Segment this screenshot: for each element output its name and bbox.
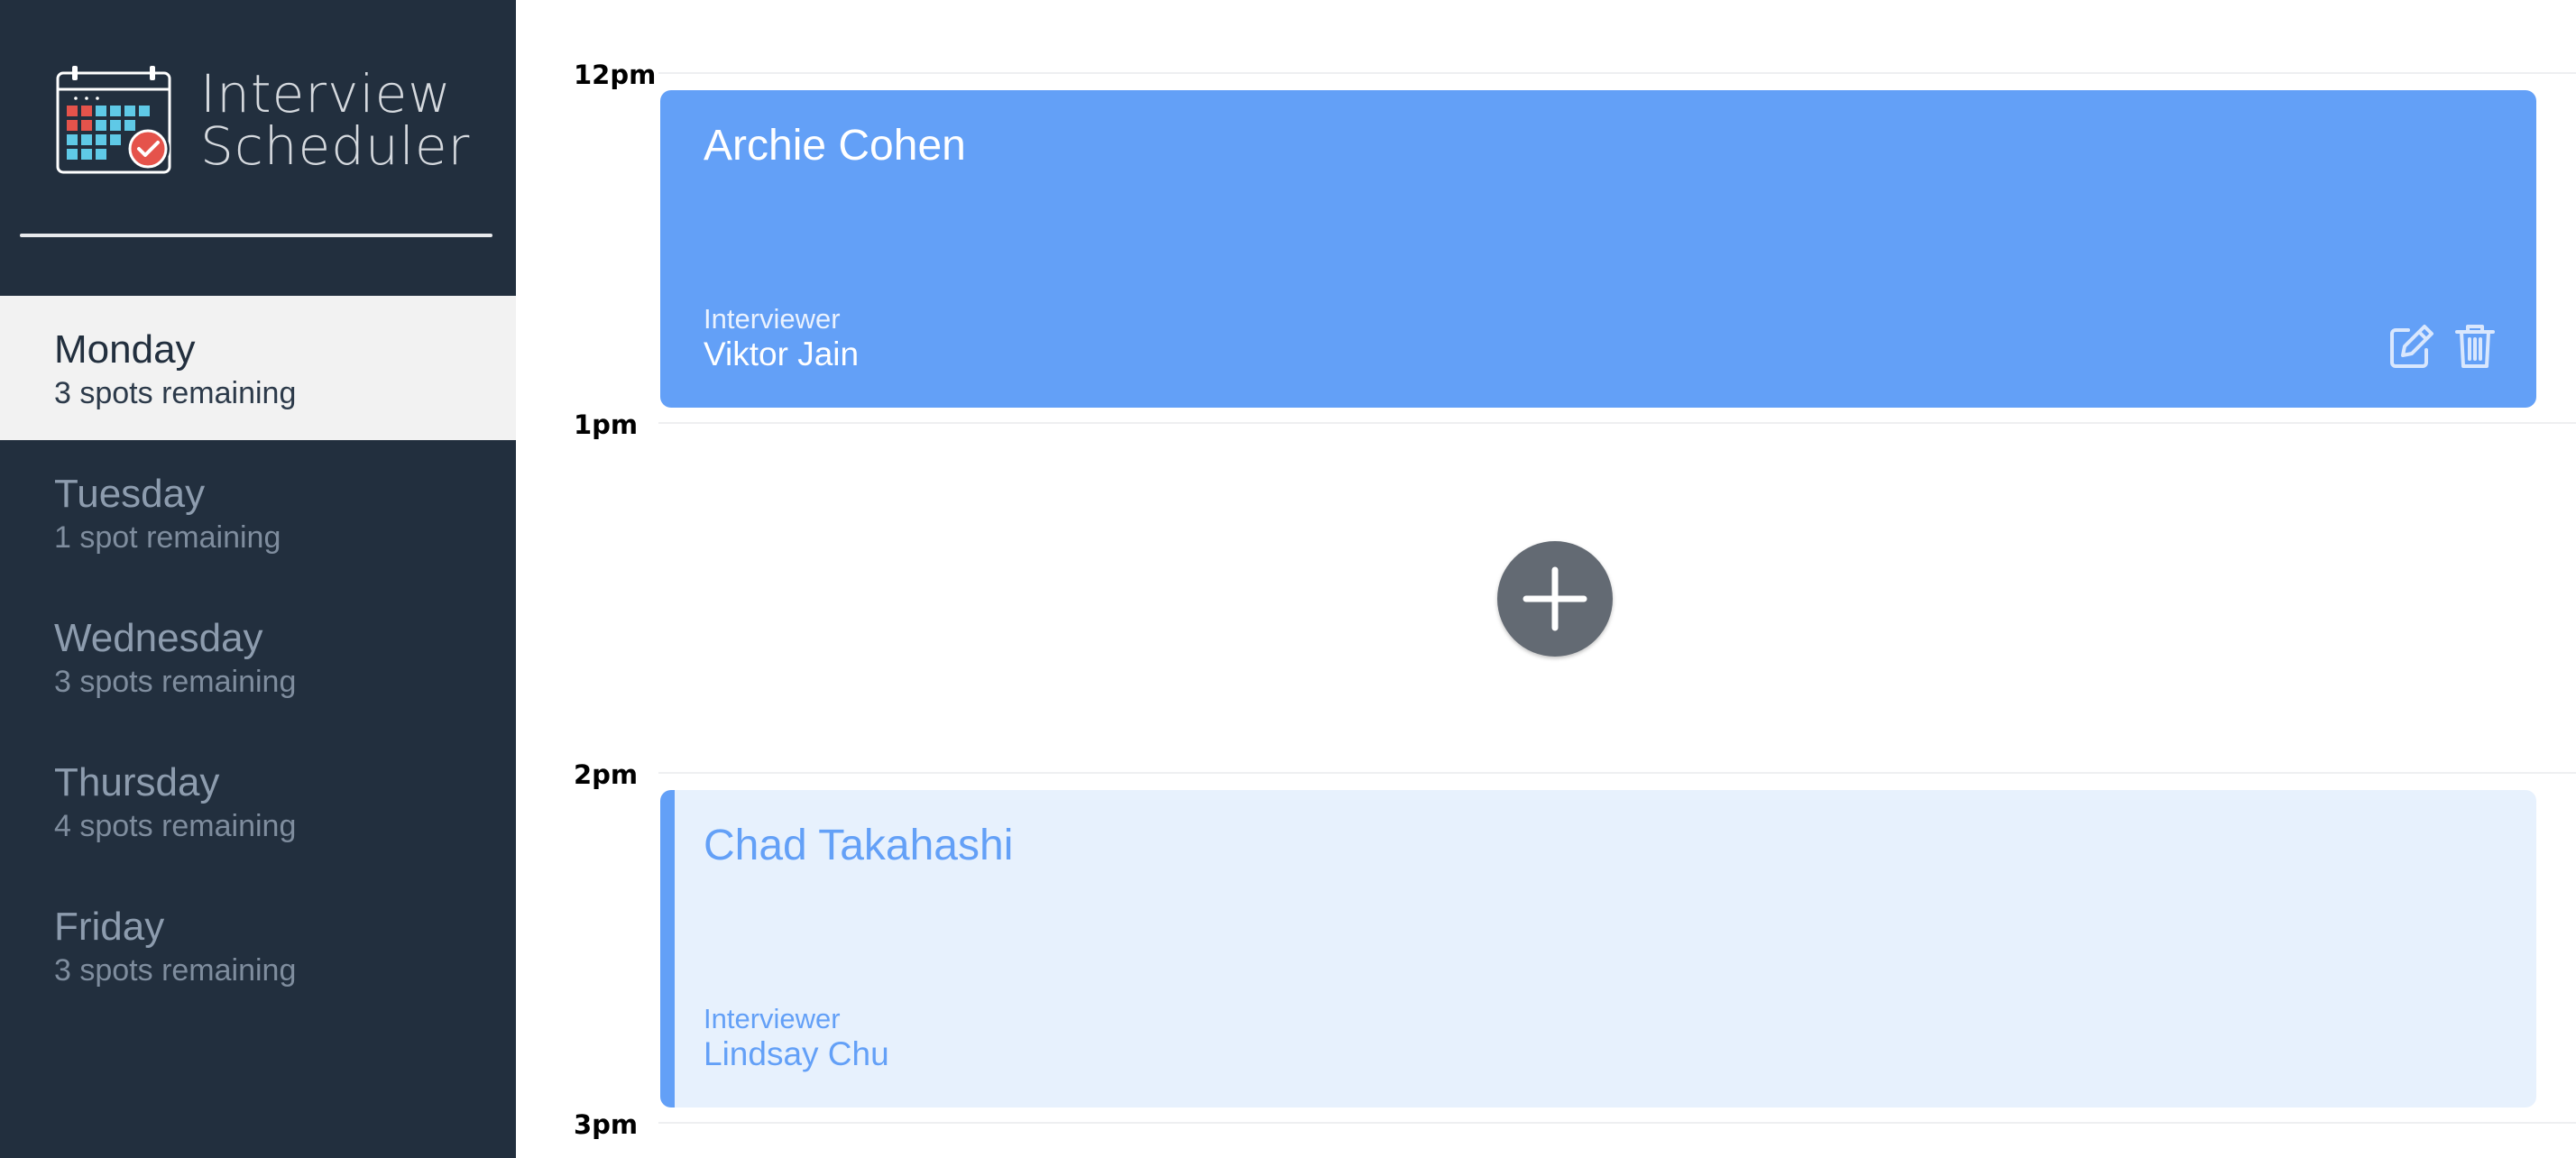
appointment-card: Archie Cohen Interviewer Viktor Jain [660,90,2536,408]
app-title: Interview Scheduler [200,68,470,172]
trash-icon[interactable] [2450,321,2500,372]
day-list: Monday 3 spots remaining Tuesday 1 spot … [0,296,516,1017]
app-title-line1: Interview [200,63,452,124]
day-name: Monday [54,327,196,372]
interviewer-label: Interviewer [704,1003,841,1034]
calendar-check-icon [56,66,171,174]
day-spots: 4 spots remaining [54,809,297,843]
time-slot-2pm: 2pm Chad Takahashi Interviewer Lindsay C… [516,759,2576,1122]
day-spots: 3 spots remaining [54,376,297,410]
schedule: 12pm Archie Cohen Interviewer Viktor Jai… [516,0,2576,1158]
slot-divider [658,422,2576,424]
slot-time: 12pm [574,60,657,90]
appointment-actions [2387,321,2500,372]
day-spots: 1 spot remaining [54,520,281,555]
day-item-friday[interactable]: Friday 3 spots remaining [0,873,516,1017]
slot-time: 2pm [574,759,639,790]
brand-divider [20,234,492,237]
day-name: Tuesday [54,472,206,516]
day-item-tuesday[interactable]: Tuesday 1 spot remaining [0,440,516,584]
slot-divider [658,1122,2576,1124]
interviewer-name: Viktor Jain [704,335,860,372]
interviewer-name: Lindsay Chu [704,1035,889,1072]
time-slot-12pm: 12pm Archie Cohen Interviewer Viktor Jai… [516,60,2576,422]
day-item-monday[interactable]: Monday 3 spots remaining [0,296,516,440]
day-spots: 3 spots remaining [54,953,297,988]
appointment-card: Chad Takahashi Interviewer Lindsay Chu [660,790,2536,1107]
brand: Interview Scheduler [54,61,470,179]
app-title-line2: Scheduler [200,115,471,177]
student-name: Archie Cohen [704,122,966,170]
student-name: Chad Takahashi [704,822,1014,869]
slot-divider [658,72,2576,74]
day-spots: 3 spots remaining [54,665,297,699]
slot-time: 1pm [574,409,639,440]
interviewer-label: Interviewer [704,303,841,335]
day-name: Friday [54,905,165,949]
plus-icon [1523,566,1587,631]
time-slot-3pm: 3pm [516,1109,2576,1158]
add-appointment-button[interactable] [1497,541,1613,657]
app-root: Interview Scheduler Monday 3 spots remai… [0,0,2576,1158]
slot-time: 3pm [574,1109,639,1140]
day-name: Thursday [54,760,220,804]
day-name: Wednesday [54,616,263,660]
edit-icon[interactable] [2387,321,2437,372]
day-item-thursday[interactable]: Thursday 4 spots remaining [0,729,516,873]
day-item-wednesday[interactable]: Wednesday 3 spots remaining [0,584,516,729]
slot-divider [658,772,2576,774]
sidebar: Interview Scheduler Monday 3 spots remai… [0,0,516,1158]
